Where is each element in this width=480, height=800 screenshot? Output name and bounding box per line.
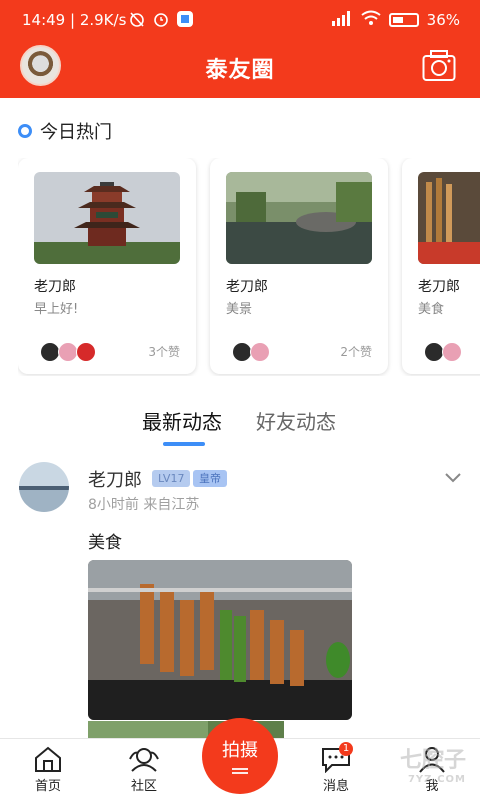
liker-avatar [442,342,462,362]
watermark-main: 七腔子 [399,748,466,773]
chevron-down-icon [445,473,461,483]
card-liker-avatars [232,342,270,362]
rank-badge: 皇帝 [193,470,227,487]
post-meta: 8小时前 来自江苏 [88,497,200,513]
nav-community[interactable]: 社区 [114,745,174,794]
post-author-name[interactable]: 老刀郎 [88,466,142,492]
post-text: 美食 [88,533,122,553]
post-more-button[interactable] [444,470,462,484]
nav-home-label: 首页 [34,779,61,794]
nav-messages-label: 消息 [322,779,349,794]
liker-avatar [40,342,60,362]
hot-card[interactable]: 老刀郎 美食 [402,158,480,374]
header-bar: 14:49 | 2.9K/s 36% 泰友圈 [0,0,480,98]
watermark: 七腔子 7YZ.COM [400,742,466,785]
card-author: 老刀郎 [34,279,76,295]
card-image-pagoda [34,172,180,264]
shoot-button[interactable]: 拍摄 [202,718,278,794]
card-desc: 美食 [418,302,445,317]
battery-percent: 36% [426,11,460,29]
page-title: 泰友圈 [205,58,275,83]
watermark-sub: 7YZ.COM [407,774,466,785]
card-liker-avatars [40,342,96,362]
active-tab-indicator [163,442,205,446]
liker-avatar [232,342,252,362]
signal-icon [331,10,353,30]
community-icon [129,748,159,772]
card-likes: 3个赞 [148,345,180,359]
section-dot-icon [18,124,32,138]
battery-icon [388,13,419,27]
camera-icon [422,50,456,81]
card-author: 老刀郎 [418,279,460,295]
card-image-lake [226,172,372,264]
liker-avatar [58,342,78,362]
hot-card[interactable]: 老刀郎 美景 2个赞 [210,158,388,374]
hot-section-label: 今日热门 [40,122,112,143]
level-badge: LV17 [152,470,191,487]
messages-badge: 1 [339,742,353,756]
shoot-label: 拍摄 [222,740,258,761]
status-icons [128,10,194,28]
nav-home[interactable]: 首页 [18,745,78,794]
card-liker-avatars [424,342,462,362]
post-image[interactable] [88,560,352,720]
status-bar: 14:49 | 2.9K/s 36% [0,0,480,40]
card-image-food [418,172,480,264]
card-likes: 2个赞 [340,345,372,359]
hot-section-title: 今日热门 [18,118,112,144]
app-notify-icon [176,10,194,28]
liker-avatar [76,342,96,362]
post-avatar[interactable] [19,462,69,512]
wifi-icon [361,10,381,30]
card-author: 老刀郎 [226,279,268,295]
liker-avatar [250,342,270,362]
status-right: 36% [331,10,460,30]
tab-friends[interactable]: 好友动态 [256,406,336,435]
liker-avatar [424,342,444,362]
shoot-lines-icon [232,768,248,770]
hot-card[interactable]: 老刀郎 早上好! 3个赞 [18,158,196,374]
tab-latest[interactable]: 最新动态 [142,406,222,435]
card-desc: 美景 [226,302,253,317]
nav-messages[interactable]: 消息 [306,745,366,794]
home-icon [35,746,61,772]
camera-button[interactable] [422,50,456,82]
feed-tabs: 最新动态 好友动态 [0,406,480,446]
alarm-off-icon [128,10,146,28]
alarm-icon [152,10,170,28]
nav-community-label: 社区 [130,779,157,794]
hot-cards-row[interactable]: 老刀郎 早上好! 3个赞 老刀郎 美景 2个赞 老刀郎 美食 [18,158,480,376]
card-desc: 早上好! [34,302,79,317]
status-time: 14:49 | 2.9K/s [22,11,127,29]
